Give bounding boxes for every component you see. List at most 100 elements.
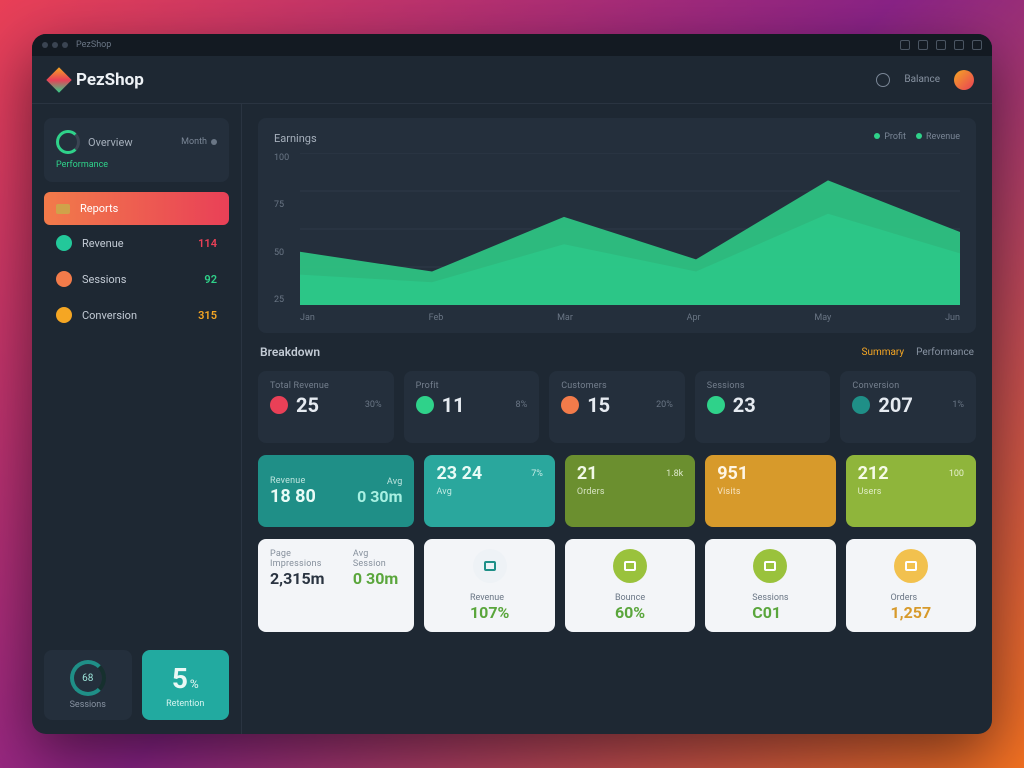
x-tick: Apr	[687, 313, 701, 323]
stat-dot-icon	[707, 396, 725, 414]
chart-body: 100755025 JanFebMarAprMayJun	[274, 153, 960, 323]
y-tick: 50	[274, 248, 294, 258]
tile-value: 212	[858, 465, 889, 483]
x-tick: Jun	[945, 313, 960, 323]
breakdown-header: Breakdown Summary Performance	[258, 345, 976, 359]
overview-subtext: Performance	[56, 160, 217, 170]
avatar[interactable]	[954, 70, 974, 90]
tile-label: Avg	[436, 487, 542, 497]
progress-ring-icon	[56, 130, 80, 154]
metric-tile[interactable]: 951 Visits	[705, 455, 835, 527]
tile-icon	[473, 549, 507, 583]
tile-label: Revenue	[470, 593, 509, 603]
stat-card: Customers 15 20%	[549, 371, 685, 443]
summary-tile[interactable]: Orders 1,257	[846, 539, 976, 632]
stat-card: Conversion 207 1%	[840, 371, 976, 443]
window-controls[interactable]	[42, 42, 68, 48]
overview-title: Overview	[88, 136, 133, 149]
sidebar-kpi: 68 Sessions 5 % Retention	[44, 650, 229, 720]
balance-label: Balance	[904, 74, 940, 85]
tile-label: Orders	[577, 487, 683, 497]
stat-label: Customers	[561, 381, 673, 391]
kpi-big-unit: %	[190, 677, 199, 691]
tiles-row-b: Revenue18 80 Avg0 30m 23 247% Avg21 1.8k …	[258, 455, 976, 527]
sidebar-item-sessions[interactable]: Sessions 92	[44, 261, 229, 297]
topbar: PezShop Balance	[32, 56, 992, 104]
stat-dot-icon	[561, 396, 579, 414]
breakdown-title: Breakdown	[260, 345, 320, 359]
stat-dot-icon	[852, 396, 870, 414]
main-content: Earnings ProfitRevenue 100755025 JanFebM…	[242, 104, 992, 734]
tile-value: 107%	[470, 603, 509, 622]
kpi-value-card: 5 % Retention	[142, 650, 230, 720]
legend-item: Profit	[874, 132, 906, 145]
kpi-big-value: 5	[172, 662, 188, 695]
stat-label: Total Revenue	[270, 381, 382, 391]
stat-card: Sessions 23	[695, 371, 831, 443]
stat-value: 25	[296, 393, 319, 417]
summary-tile[interactable]: Revenue 107%	[424, 539, 554, 632]
brand[interactable]: PezShop	[50, 70, 144, 90]
tile-icon	[894, 549, 928, 583]
breakdown-link[interactable]: Summary	[862, 347, 905, 358]
topbar-right: Balance	[876, 70, 974, 90]
sidebar-overview-card: Overview Month Performance	[44, 118, 229, 182]
area-chart	[300, 153, 960, 305]
summary-tile: Page Impressions2,315m Avg Session0 30m	[258, 539, 414, 632]
nav-label: Reports	[80, 202, 118, 215]
nav-label: Revenue	[82, 237, 124, 250]
chart-legend: ProfitRevenue	[874, 132, 960, 145]
gauge-icon: 68	[70, 660, 106, 696]
chart-title: Earnings	[274, 132, 317, 145]
nav-icon	[56, 271, 72, 287]
kpi-ring-label: Sessions	[70, 700, 106, 710]
nav-label: Sessions	[82, 273, 126, 286]
tray-icon[interactable]	[954, 40, 964, 50]
nav-value: 92	[204, 273, 217, 286]
x-tick: May	[814, 313, 831, 323]
tile-value: 23 24	[436, 465, 482, 483]
breakdown-link[interactable]: Performance	[916, 347, 974, 358]
summary-tile[interactable]: Bounce 60%	[565, 539, 695, 632]
tile-value: C01	[752, 603, 788, 622]
stat-label: Sessions	[707, 381, 819, 391]
metric-tile[interactable]: 23 247% Avg	[424, 455, 554, 527]
tile-label: Bounce	[615, 593, 645, 603]
nav-label: Conversion	[82, 309, 137, 322]
metric-tile[interactable]: 21 1.8k Orders	[565, 455, 695, 527]
tile-ext: 1.8k	[666, 469, 683, 479]
tile-label: Visits	[717, 487, 823, 497]
sidebar-item-revenue[interactable]: Revenue114	[44, 225, 229, 261]
tray-icon[interactable]	[936, 40, 946, 50]
tray-icon[interactable]	[918, 40, 928, 50]
stat-label: Profit	[416, 381, 528, 391]
tile-value: 21	[577, 465, 598, 483]
nav-icon	[56, 307, 72, 323]
tray-icon[interactable]	[900, 40, 910, 50]
metric-tile[interactable]: 212100 Users	[846, 455, 976, 527]
nav-icon	[56, 235, 72, 251]
brand-name: PezShop	[76, 70, 144, 90]
stat-dot-icon	[270, 396, 288, 414]
tiles-row-c: Page Impressions2,315m Avg Session0 30m …	[258, 539, 976, 632]
help-icon[interactable]	[876, 73, 890, 87]
tile-label: Sessions	[752, 593, 788, 603]
window-titlebar: PezShop	[32, 34, 992, 56]
summary-tile[interactable]: Sessions C01	[705, 539, 835, 632]
stat-value: 207	[878, 393, 912, 417]
sidebar-item-conversion[interactable]: Conversion315	[44, 297, 229, 333]
tray-icon[interactable]	[972, 40, 982, 50]
y-tick: 100	[274, 153, 294, 163]
tile-value: 1,257	[890, 603, 931, 622]
sidebar-item-reports[interactable]: Reports	[44, 192, 229, 225]
app-window: PezShop PezShop Balance	[32, 34, 992, 734]
tile-label: Users	[858, 487, 964, 497]
overview-period[interactable]: Month	[181, 137, 217, 147]
metric-tile[interactable]: Revenue18 80 Avg0 30m	[258, 455, 414, 527]
stat-dot-icon	[416, 396, 434, 414]
stat-card: Profit 11 8%	[404, 371, 540, 443]
window-title: PezShop	[76, 40, 111, 50]
stat-ext: 8%	[516, 400, 528, 410]
stat-value: 11	[442, 393, 465, 417]
tile-label: Orders	[890, 593, 931, 603]
